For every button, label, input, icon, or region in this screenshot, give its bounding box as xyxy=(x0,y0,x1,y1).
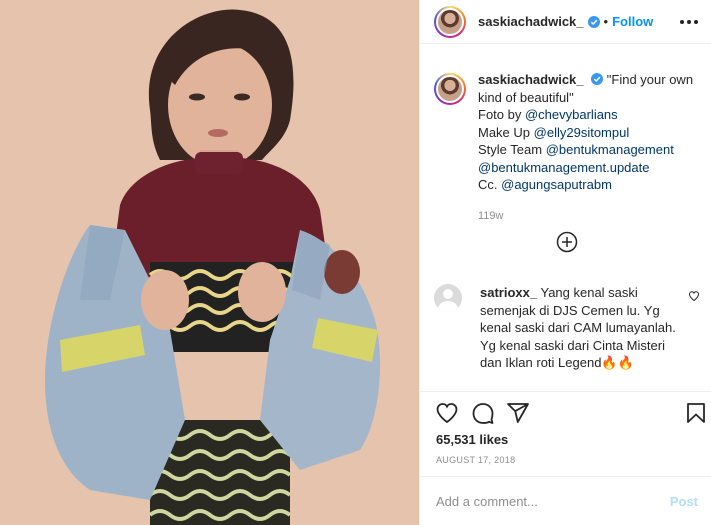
comment-like-heart-icon[interactable] xyxy=(688,290,700,302)
mention-makeup[interactable]: @elly29sitompul xyxy=(534,125,630,140)
verified-badge-icon xyxy=(587,15,600,28)
post-photo[interactable] xyxy=(0,0,419,525)
post-comment-button[interactable]: Post xyxy=(670,494,698,509)
comment-input[interactable] xyxy=(436,493,670,509)
author-username[interactable]: saskiachadwick_ xyxy=(478,14,584,29)
mention-cc[interactable]: @agungsaputrabm xyxy=(501,177,612,192)
cc-label: Cc. xyxy=(478,177,498,192)
comment-icon[interactable] xyxy=(471,401,495,425)
more-options-icon[interactable] xyxy=(680,13,698,31)
mention-style-team-update[interactable]: @bentukmanagement.update xyxy=(478,160,649,175)
commenter-avatar[interactable] xyxy=(434,284,462,312)
mention-photographer[interactable]: @chevybarlians xyxy=(525,107,618,122)
makeup-label: Make Up xyxy=(478,124,531,140)
likes-count[interactable]: 65,531 likes xyxy=(436,432,508,447)
verified-badge-icon xyxy=(591,73,604,85)
post-side-panel: saskiachadwick_ • Follow saskiachadwick_… xyxy=(419,0,711,525)
author-avatar[interactable] xyxy=(434,5,466,38)
caption-time-ago[interactable]: 119w xyxy=(478,208,703,226)
post-date[interactable]: AUGUST 17, 2018 xyxy=(436,455,515,465)
bookmark-icon[interactable] xyxy=(684,401,708,425)
post-header: saskiachadwick_ • Follow xyxy=(420,0,711,44)
caption-username[interactable]: saskiachadwick_ xyxy=(478,72,584,87)
photo-by-label: Foto by xyxy=(478,107,522,122)
comments-section: saskiachadwick_ "Find your own kind of b… xyxy=(420,45,711,391)
header-separator: • xyxy=(603,14,609,29)
post-actions-bar xyxy=(420,391,711,437)
caption-text: saskiachadwick_ "Find your own kind of b… xyxy=(478,71,703,225)
share-icon[interactable] xyxy=(506,401,530,425)
load-more-comments-icon[interactable] xyxy=(556,231,578,253)
follow-button[interactable]: Follow xyxy=(612,14,653,29)
heart-icon[interactable] xyxy=(435,401,459,425)
style-team-label: Style Team xyxy=(478,142,543,157)
comment-text: satrioxx_ Yang kenal saski semenjak di D… xyxy=(480,284,685,372)
comment-item: satrioxx_ Yang kenal saski semenjak di D… xyxy=(434,284,704,372)
add-comment-bar: Post xyxy=(420,476,711,525)
caption-avatar[interactable] xyxy=(434,73,466,105)
photo-illustration xyxy=(0,0,419,525)
mention-style-team[interactable]: @bentukmanagement xyxy=(546,142,674,157)
post-caption: saskiachadwick_ "Find your own kind of b… xyxy=(434,71,704,225)
commenter-username[interactable]: satrioxx_ xyxy=(480,285,537,300)
